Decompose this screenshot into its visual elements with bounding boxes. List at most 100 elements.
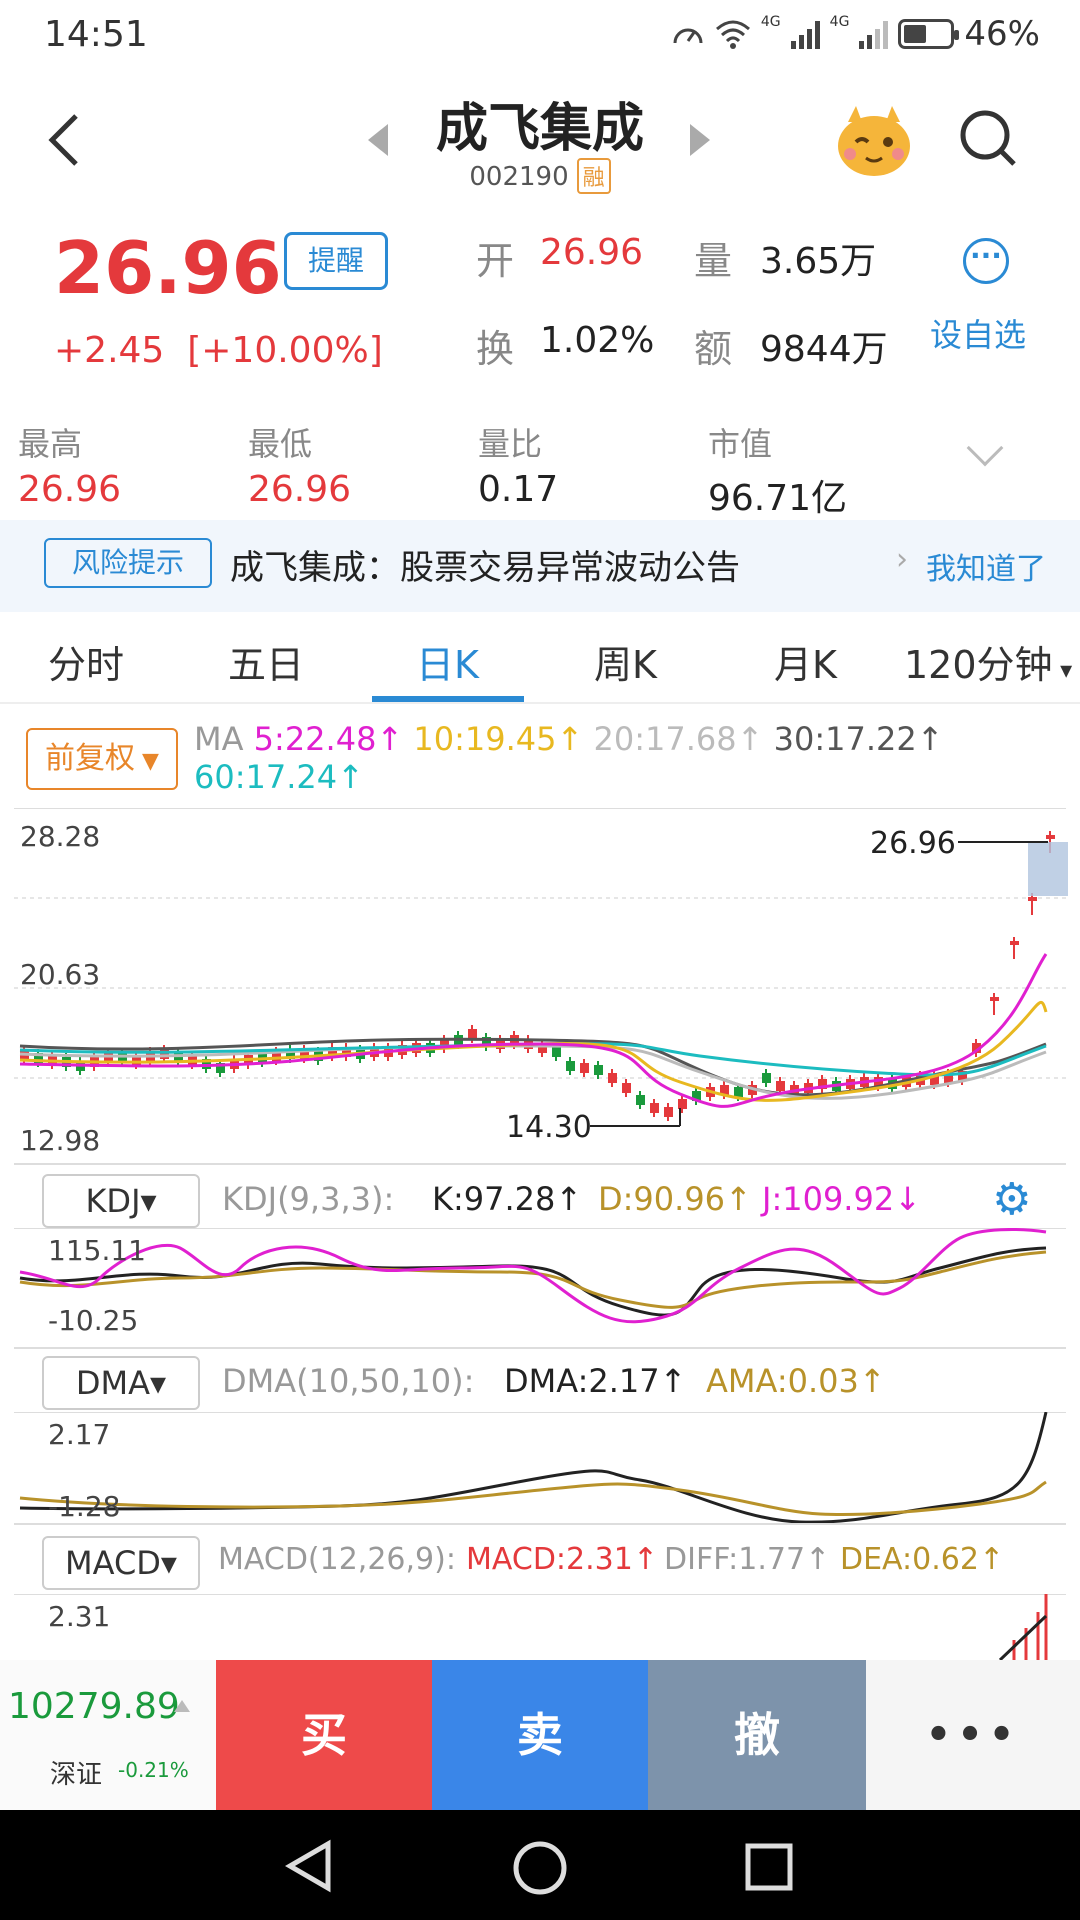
candle-body [762,1073,771,1083]
kdj-j: J:109.92↓ [762,1180,921,1218]
stock-code-line: 002190 融 [0,158,1080,194]
adjust-dropdown[interactable]: 前复权 ▼ [26,728,178,790]
ama-value: AMA:0.03↑ [706,1362,886,1400]
clock: 14:51 [44,14,148,55]
dma-dropdown[interactable]: DMA▾ [42,1356,200,1410]
candle-body [468,1029,477,1039]
kdj-d: D:90.96↑ [598,1180,752,1218]
quote-panel: 26.96 提醒 +2.45 [+10.00%] 开 26.96 量 3.65万… [0,210,1080,390]
ma-legend: 前复权 ▼ MA 5:22.48↑ 10:19.45↑ 20:17.68↑ 30… [0,712,1080,804]
tab-120-minute[interactable]: 120分钟 ▾ [904,634,1072,689]
bottom-trade-bar: 10279.89 深证 -0.21% 买 卖 撤 ••• [0,1660,1080,1810]
remind-button[interactable]: 提醒 [284,232,388,290]
status-bar: 14:51 4G 4G 46% [0,0,1080,80]
dma-header: DMA▾ DMA(10,50,10): DMA:2.17↑ AMA:0.03↑ [0,1350,1080,1412]
tab-five-day[interactable]: 五日 [228,634,304,689]
high-label: 最高 [18,425,83,463]
kdj-y-max: 115.11 [48,1234,146,1267]
status-icons: 4G 4G 46% [671,14,1040,54]
acknowledge-button[interactable]: 我知道了 [926,544,1046,588]
nav-recents-icon[interactable] [744,1842,794,1892]
next-stock-icon[interactable] [690,124,710,156]
change-percent: [+10.00%] [187,330,383,371]
turnover-label: 换 [476,327,515,371]
index-change: -0.21% [118,1758,189,1782]
ma20-value: 20:17.68↑ [593,720,764,758]
candle-body [990,997,999,1001]
signal-icon-2 [859,19,889,49]
stock-code: 002190 [469,162,569,192]
index-trend-icon [174,1700,190,1712]
mascot-icon[interactable] [832,100,916,180]
candle-body [580,1063,589,1073]
stock-name: 成飞集成 [435,99,644,159]
index-name: 深证 [50,1760,103,1790]
expand-chevron-icon[interactable] [966,429,1004,467]
kline-chart[interactable]: 28.28 20.63 12.98 26.96 14.30 [0,807,1080,1168]
add-watchlist-button[interactable]: 设自选 [930,310,1026,356]
system-nav-bar [0,1810,1080,1920]
market-cap-label: 市值 [708,425,773,463]
margin-badge: 融 [576,158,611,194]
candle-body [622,1083,631,1093]
kdj-k: K:97.28↑ [432,1180,583,1218]
tab-weekly-k[interactable]: 周K [594,634,657,689]
macd-header: MACD▾ MACD(12,26,9): MACD:2.31↑ DIFF:1.7… [0,1530,1080,1592]
open-value: 26.96 [540,232,644,273]
sell-button[interactable]: 卖 [432,1660,648,1810]
dma-y-max: 2.17 [48,1418,111,1451]
tab-120-minute-label: 120分钟 [904,643,1053,687]
more-button[interactable]: ••• [866,1660,1080,1810]
volume-value: 3.65万 [760,241,877,282]
volume-ratio-label: 量比 [478,425,543,463]
tab-daily-k[interactable]: 日K [416,634,479,689]
index-panel[interactable] [0,1660,216,1810]
dma-chart[interactable]: 2.17 -1.28 [0,1411,1080,1526]
ma10-value: 10:19.45↑ [413,720,584,758]
battery-percent: 46% [964,14,1040,54]
dma-svg [14,1411,1066,1525]
candle-body [650,1103,659,1113]
price-change: +2.45 [+10.00%] [54,330,383,371]
cancel-order-button[interactable]: 撤 [648,1660,866,1810]
more-icon[interactable]: ··· [963,238,1009,284]
high-value: 26.96 [18,469,122,510]
search-icon[interactable] [958,108,1018,168]
y-axis-max: 28.28 [20,820,101,853]
ma5-value: 5:22.48↑ [253,720,404,758]
period-tabs: 分时 五日 日K 周K 月K 120分钟 ▾ [0,620,1080,704]
buy-button[interactable]: 买 [216,1660,432,1810]
kdj-header: KDJ▾ KDJ(9,3,3): K:97.28↑ D:90.96↑ J:109… [0,1168,1080,1230]
divider [0,702,1080,704]
macd-params: MACD(12,26,9): [218,1542,456,1577]
candle-body [566,1061,575,1071]
risk-banner[interactable]: 风险提示 成飞集成：股票交易异常波动公告 › 我知道了 [0,520,1080,612]
change-amount: +2.45 [54,330,165,371]
nav-back-icon[interactable] [284,1838,334,1894]
candle-body [160,1049,169,1059]
low-price-marker: 14.30 [506,1110,592,1145]
candle-body [594,1065,603,1075]
tab-monthly-k[interactable]: 月K [774,634,837,689]
dea-value: DEA:0.62↑ [840,1542,1005,1577]
kdj-chart[interactable]: 115.11 -10.25 [0,1227,1080,1350]
gear-icon[interactable]: ⚙ [992,1178,1031,1222]
candle-body [1010,941,1019,945]
network-type-2: 4G [829,14,850,30]
volume-ratio-value: 0.17 [478,469,559,510]
battery-icon [898,19,960,49]
macd-chart[interactable]: 2.31 [0,1593,1080,1662]
market-cap-value: 96.71亿 [708,478,848,519]
network-type-1: 4G [760,14,781,30]
diff-value: DIFF:1.77↑ [664,1542,831,1577]
turnover-value: 1.02% [540,320,655,361]
macd-dropdown[interactable]: MACD▾ [42,1536,200,1590]
candle-body [678,1099,687,1109]
ma-line-1: MA 5:22.48↑ 10:19.45↑ 20:17.68↑ 30:17.22… [194,720,944,758]
nav-home-icon[interactable] [512,1840,568,1896]
macd-svg [14,1593,1066,1662]
kdj-dropdown[interactable]: KDJ▾ [42,1174,200,1228]
risk-text[interactable]: 成飞集成：股票交易异常波动公告 [230,540,740,589]
tab-minute[interactable]: 分时 [48,634,124,689]
kdj-svg [14,1227,1066,1349]
